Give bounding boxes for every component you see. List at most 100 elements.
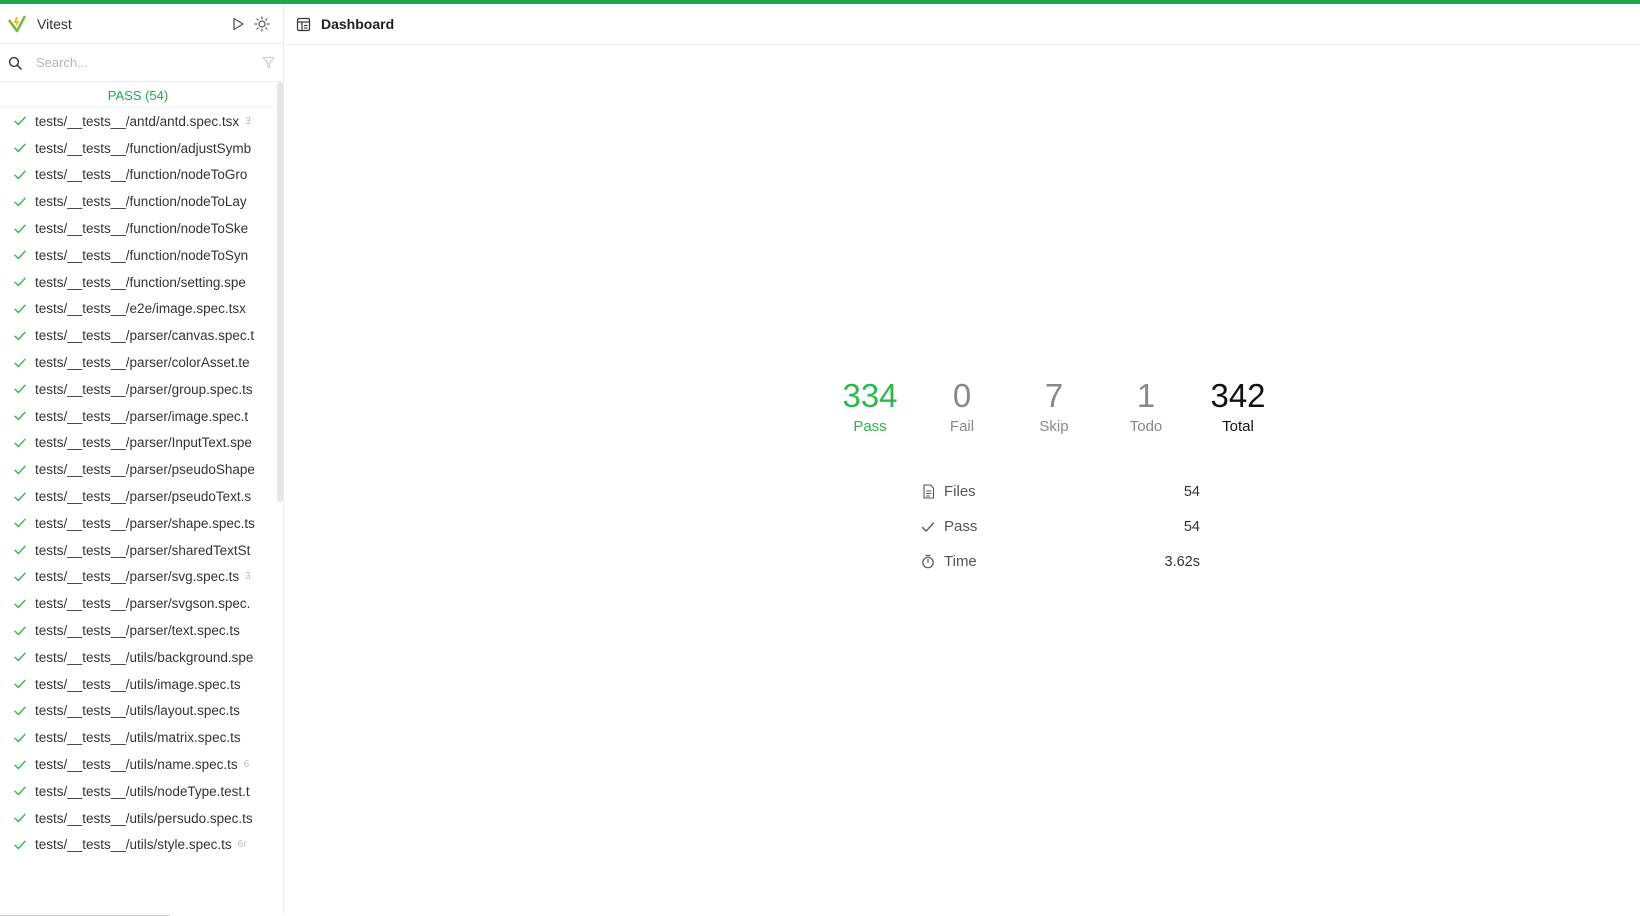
check-icon <box>14 169 26 181</box>
file-list-item[interactable]: tests/__tests__/parser/image.spec.t <box>0 403 276 430</box>
file-list-item[interactable]: tests/__tests__/utils/name.spec.ts 6 <box>0 751 276 778</box>
check-icon <box>14 705 26 717</box>
file-list-item[interactable]: tests/__tests__/parser/svgson.spec. <box>0 590 276 617</box>
file-list-item[interactable]: tests/__tests__/parser/shape.spec.ts <box>0 510 276 537</box>
file-list-item[interactable]: tests/__tests__/e2e/image.spec.tsx <box>0 296 276 323</box>
file-name: tests/__tests__/antd/antd.spec.tsx <box>35 113 240 129</box>
test-stats: 334 Pass 0 Fail 7 Skip 1 Todo 342 Total <box>824 376 1284 435</box>
main-header: Dashboard <box>284 4 1640 45</box>
file-list-item[interactable]: tests/__tests__/utils/matrix.spec.ts <box>0 724 276 751</box>
filter-icon[interactable] <box>262 56 275 69</box>
file-name: tests/__tests__/utils/background.spe <box>35 649 254 665</box>
stat-total: 342 Total <box>1192 376 1284 435</box>
search-input[interactable] <box>34 54 262 71</box>
stat-fail-value: 0 <box>952 377 972 414</box>
file-name: tests/__tests__/parser/InputText.spe <box>35 435 252 451</box>
stat-skip: 7 Skip <box>1008 376 1100 435</box>
check-icon <box>14 678 26 690</box>
file-list-item[interactable]: tests/__tests__/utils/nodeType.test.t <box>0 778 276 805</box>
stat-total-value: 342 <box>1210 377 1266 414</box>
file-name: tests/__tests__/utils/persudo.spec.ts <box>35 810 253 826</box>
file-list-item[interactable]: tests/__tests__/function/nodeToGro <box>0 162 276 189</box>
file-list-item[interactable]: tests/__tests__/parser/pseudoShape <box>0 456 276 483</box>
file-name: tests/__tests__/e2e/image.spec.tsx <box>35 301 246 317</box>
file-list-item[interactable]: tests/__tests__/parser/svg.spec.ts 3 <box>0 564 276 591</box>
file-list-item[interactable]: tests/__tests__/antd/antd.spec.tsx 3 <box>0 108 276 135</box>
file-list-item[interactable]: tests/__tests__/utils/style.spec.ts 6r <box>0 832 276 859</box>
summary-row-time: Time 3.62s <box>920 544 1200 579</box>
sidebar: Vitest PASS (54) tests/__te <box>0 4 284 916</box>
check-icon <box>14 303 26 315</box>
check-icon <box>14 517 26 529</box>
check-icon <box>14 223 26 235</box>
stat-fail-label: Fail <box>949 418 975 435</box>
file-name: tests/__tests__/function/adjustSymb <box>35 140 252 156</box>
file-name: tests/__tests__/utils/image.spec.ts <box>35 676 241 692</box>
summary-table: Files 54 Pass 54 Time 3.62s <box>920 474 1200 579</box>
file-name: tests/__tests__/utils/matrix.spec.ts <box>35 730 241 746</box>
file-list-container: PASS (54) tests/__tests__/antd/antd.spec… <box>0 82 283 914</box>
play-icon[interactable] <box>227 13 249 35</box>
check-icon <box>14 544 26 556</box>
check-icon <box>14 651 26 663</box>
file-name: tests/__tests__/function/nodeToSke <box>35 221 249 237</box>
summary-row-files: Files 54 <box>920 474 1200 509</box>
file-name: tests/__tests__/parser/pseudoText.s <box>35 489 252 505</box>
file-duration: 6r <box>237 839 247 851</box>
stat-pass-value: 334 <box>842 377 898 414</box>
file-name: tests/__tests__/parser/colorAsset.te <box>35 355 250 371</box>
file-name: tests/__tests__/parser/canvas.spec.t <box>35 328 255 344</box>
file-list-item[interactable]: tests/__tests__/function/nodeToLay <box>0 188 276 215</box>
check-icon <box>14 115 26 127</box>
file-list-item[interactable]: tests/__tests__/function/nodeToSyn <box>0 242 276 269</box>
file-name: tests/__tests__/utils/nodeType.test.t <box>35 783 250 799</box>
check-icon <box>14 839 26 851</box>
summary-files-label: Files <box>944 483 976 500</box>
file-list-item[interactable]: tests/__tests__/parser/group.spec.ts <box>0 376 276 403</box>
sun-icon[interactable] <box>251 13 273 35</box>
check-icon <box>14 571 26 583</box>
file-list-item[interactable]: tests/__tests__/parser/text.spec.ts <box>0 617 276 644</box>
file-name: tests/__tests__/parser/svg.spec.ts <box>35 569 240 585</box>
check-icon <box>14 464 26 476</box>
file-name: tests/__tests__/function/setting.spe <box>35 274 246 290</box>
file-name: tests/__tests__/parser/group.spec.ts <box>35 381 253 397</box>
file-duration: 6 <box>243 759 250 771</box>
file-name: tests/__tests__/function/nodeToGro <box>35 167 248 183</box>
file-list-item[interactable]: tests/__tests__/utils/layout.spec.ts <box>0 698 276 725</box>
file-name: tests/__tests__/utils/layout.spec.ts <box>35 703 240 719</box>
file-list-item[interactable]: tests/__tests__/utils/background.spe <box>0 644 276 671</box>
pass-group-heading: PASS (54) <box>0 82 276 108</box>
file-list-item[interactable]: tests/__tests__/utils/persudo.spec.ts <box>0 805 276 832</box>
file-name: tests/__tests__/parser/shape.spec.ts <box>35 515 255 531</box>
search-bar <box>0 44 283 82</box>
check-icon <box>14 437 26 449</box>
timer-icon <box>920 554 936 570</box>
file-list-item[interactable]: tests/__tests__/utils/image.spec.ts <box>0 671 276 698</box>
check-icon <box>14 276 26 288</box>
sidebar-header: Vitest <box>0 4 283 44</box>
stat-total-label: Total <box>1222 418 1254 435</box>
file-name: tests/__tests__/parser/sharedTextSt <box>35 542 251 558</box>
check-icon <box>14 196 26 208</box>
file-list-item[interactable]: tests/__tests__/parser/canvas.spec.t <box>0 322 276 349</box>
file-list: tests/__tests__/antd/antd.spec.tsx 3 tests… <box>0 108 276 858</box>
summary-time-value: 3.62s <box>1164 553 1200 570</box>
file-list-item[interactable]: tests/__tests__/function/nodeToSke <box>0 215 276 242</box>
check-icon <box>14 785 26 797</box>
file-list-item[interactable]: tests/__tests__/parser/InputText.spe <box>0 430 276 457</box>
check-icon <box>14 410 26 422</box>
file-list-item[interactable]: tests/__tests__/function/adjustSymb <box>0 135 276 162</box>
file-name: tests/__tests__/parser/text.spec.ts <box>35 623 240 639</box>
stat-todo-value: 1 <box>1136 377 1156 414</box>
check-icon <box>14 812 26 824</box>
sidebar-scrollbar[interactable] <box>277 82 283 502</box>
app-title: Vitest <box>37 15 72 32</box>
file-list-item[interactable]: tests/__tests__/parser/colorAsset.te <box>0 349 276 376</box>
check-icon <box>14 732 26 744</box>
summary-files-value: 54 <box>1183 483 1200 500</box>
check-icon <box>14 759 26 771</box>
file-list-item[interactable]: tests/__tests__/parser/sharedTextSt <box>0 537 276 564</box>
file-list-item[interactable]: tests/__tests__/parser/pseudoText.s <box>0 483 276 510</box>
file-list-item[interactable]: tests/__tests__/function/setting.spe <box>0 269 276 296</box>
